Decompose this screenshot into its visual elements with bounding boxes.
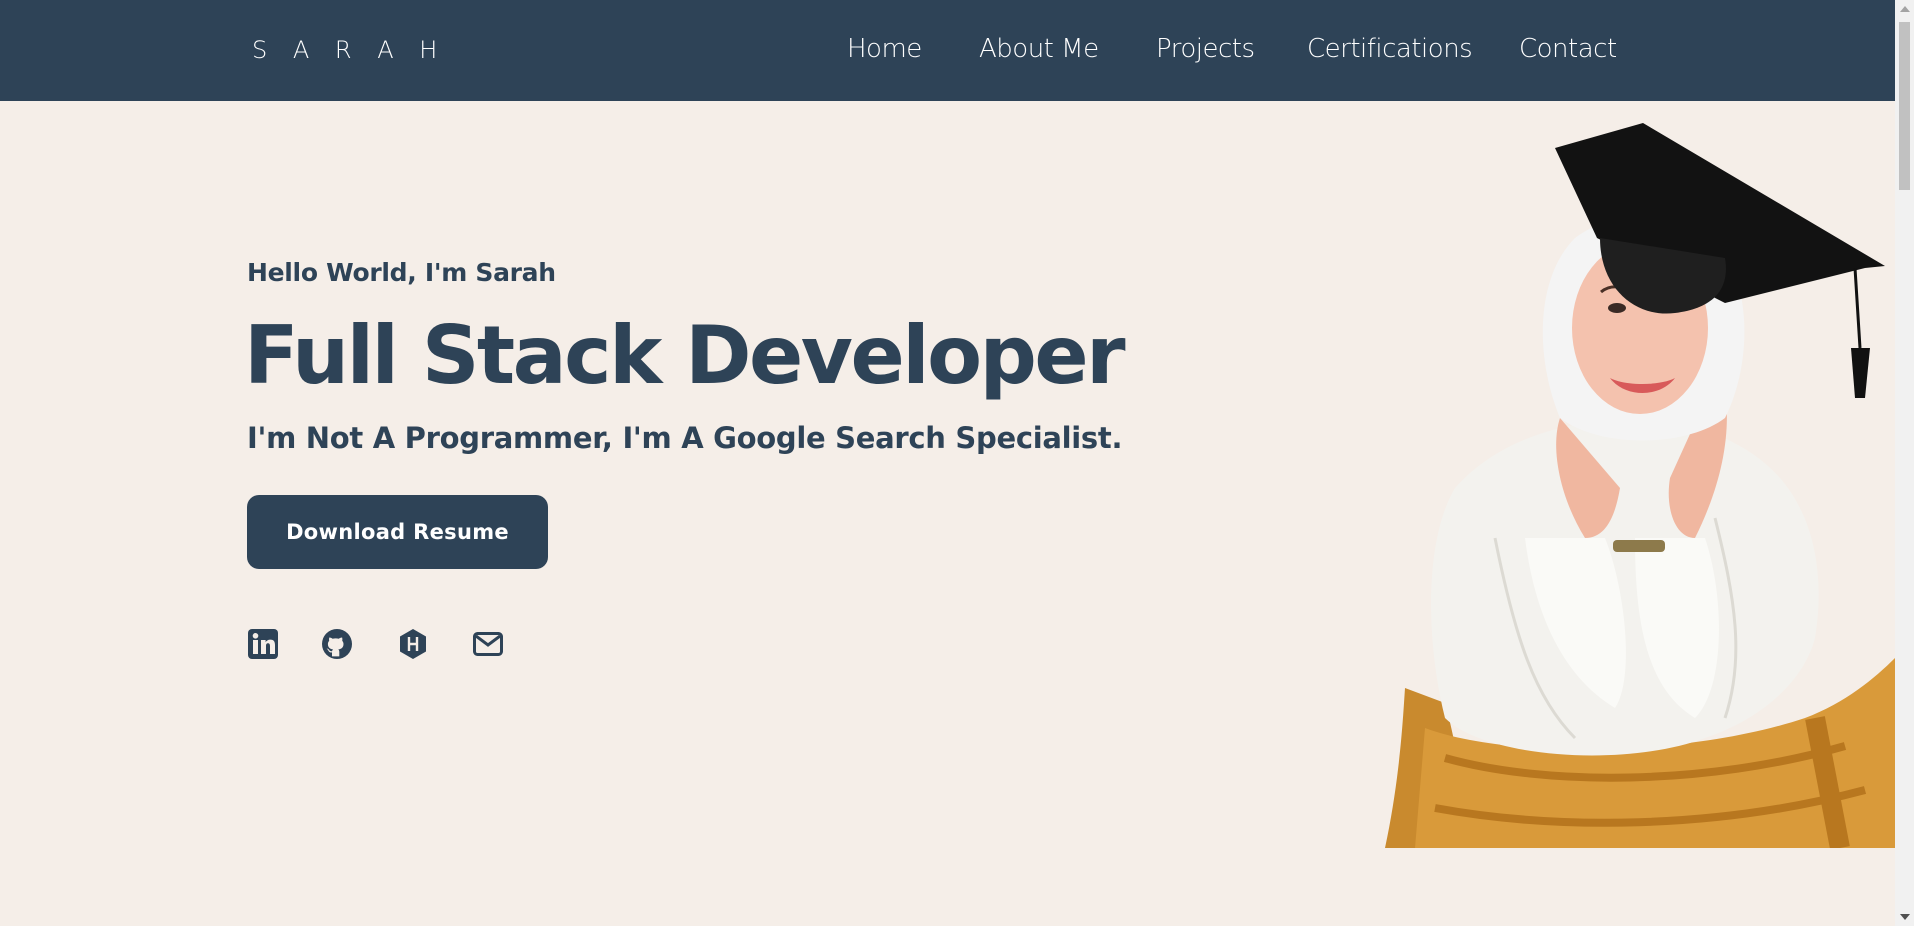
hero-tagline: I'm Not A Programmer, I'm A Google Searc…: [247, 421, 1123, 455]
brand-logo[interactable]: S A R A H: [252, 36, 446, 64]
hero-headline: Full Stack Developer: [244, 309, 1126, 402]
hashnode-icon[interactable]: [397, 628, 429, 660]
linkedin-icon[interactable]: [247, 628, 279, 660]
nav-link-projects[interactable]: Projects: [1156, 34, 1255, 64]
nav-link-about[interactable]: About Me: [979, 34, 1099, 64]
github-icon[interactable]: [321, 628, 353, 660]
portrait-image: [1385, 123, 1895, 848]
vertical-scrollbar[interactable]: [1895, 0, 1914, 926]
scrollbar-thumb[interactable]: [1899, 22, 1910, 190]
scroll-down-arrow-icon[interactable]: [1900, 914, 1910, 920]
nav-link-contact[interactable]: Contact: [1519, 34, 1617, 64]
hero-greeting: Hello World, I'm Sarah: [247, 258, 556, 287]
navbar: S A R A H Home About Me Projects Certifi…: [0, 0, 1895, 101]
scroll-up-arrow-icon[interactable]: [1900, 6, 1910, 12]
nav-link-home[interactable]: Home: [847, 34, 922, 64]
nav-link-certifications[interactable]: Certifications: [1307, 34, 1473, 64]
email-icon[interactable]: [472, 628, 504, 660]
page: S A R A H Home About Me Projects Certifi…: [0, 0, 1914, 926]
download-resume-button[interactable]: Download Resume: [247, 495, 548, 569]
